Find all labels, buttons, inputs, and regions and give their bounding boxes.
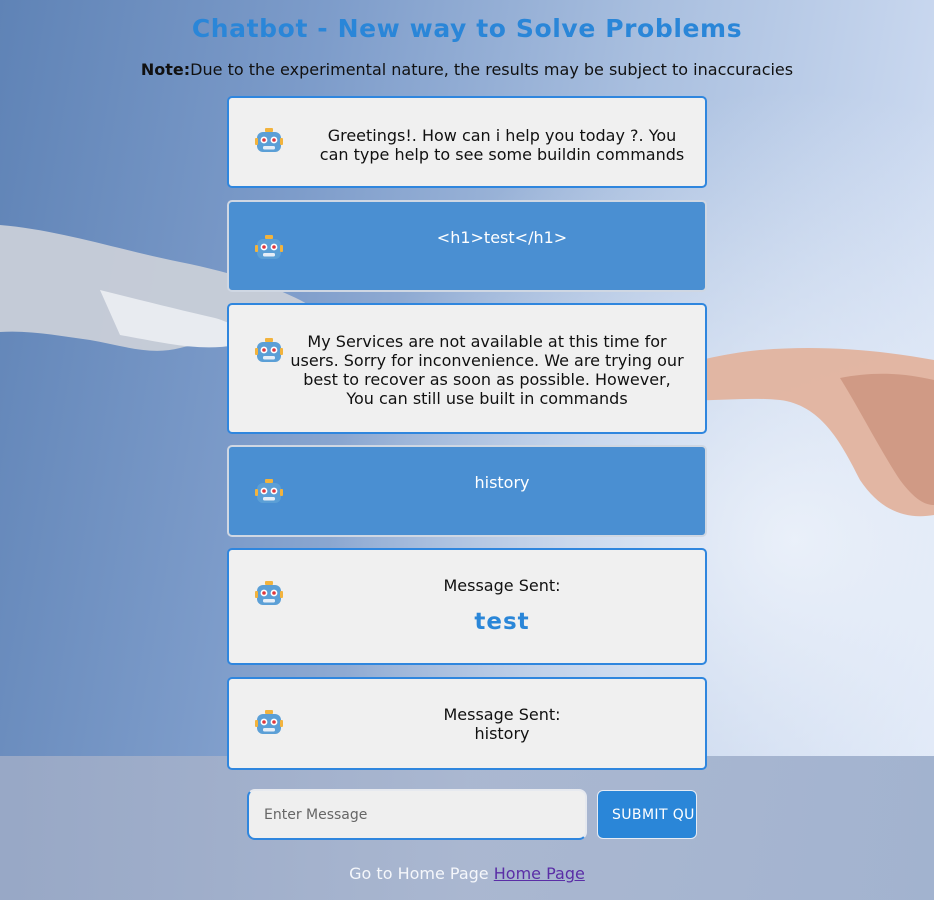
chat-message: My Services are not available at this ti… <box>227 303 707 434</box>
robot-icon <box>255 479 283 503</box>
chat-message: history <box>227 445 707 537</box>
robot-icon <box>255 581 283 605</box>
message-text: history <box>474 473 530 492</box>
chat-message: Message Sent: history <box>227 677 707 770</box>
chat-message: Message Sent: test <box>227 548 707 665</box>
message-sent-label: Message Sent: <box>443 576 561 595</box>
message-input-wrapper <box>247 789 587 840</box>
message-sent: Message Sent: history <box>315 705 689 743</box>
footer-text: Go to Home Page <box>349 864 489 883</box>
message-sent-value: history <box>474 724 530 743</box>
home-page-link[interactable]: Home Page <box>494 864 585 883</box>
chat-message: Greetings!. How can i help you today ?. … <box>227 96 707 188</box>
page-title: Chatbot - New way to Solve Problems <box>191 14 743 43</box>
message-text: Greetings!. How can i help you today ?. … <box>319 126 685 164</box>
message-sent-value: test <box>474 609 530 635</box>
robot-icon <box>255 128 283 152</box>
message-input[interactable] <box>249 791 585 838</box>
note-text: Due to the experimental nature, the resu… <box>190 60 794 79</box>
message-sent-label: Message Sent: <box>443 705 561 724</box>
disclaimer-note: Note:Due to the experimental nature, the… <box>0 60 934 79</box>
robot-icon <box>255 235 283 259</box>
message-text: <h1>test</h1> <box>436 228 568 247</box>
message-text: My Services are not available at this ti… <box>290 332 684 408</box>
footer: Go to Home Page Home Page <box>0 864 934 883</box>
note-label: Note: <box>140 60 191 79</box>
robot-icon <box>255 710 283 734</box>
message-sent: Message Sent: test <box>315 576 689 635</box>
submit-query-button[interactable]: SUBMIT QUERY <box>597 790 697 839</box>
robot-icon <box>255 338 283 362</box>
chat-message: <h1>test</h1> <box>227 200 707 292</box>
